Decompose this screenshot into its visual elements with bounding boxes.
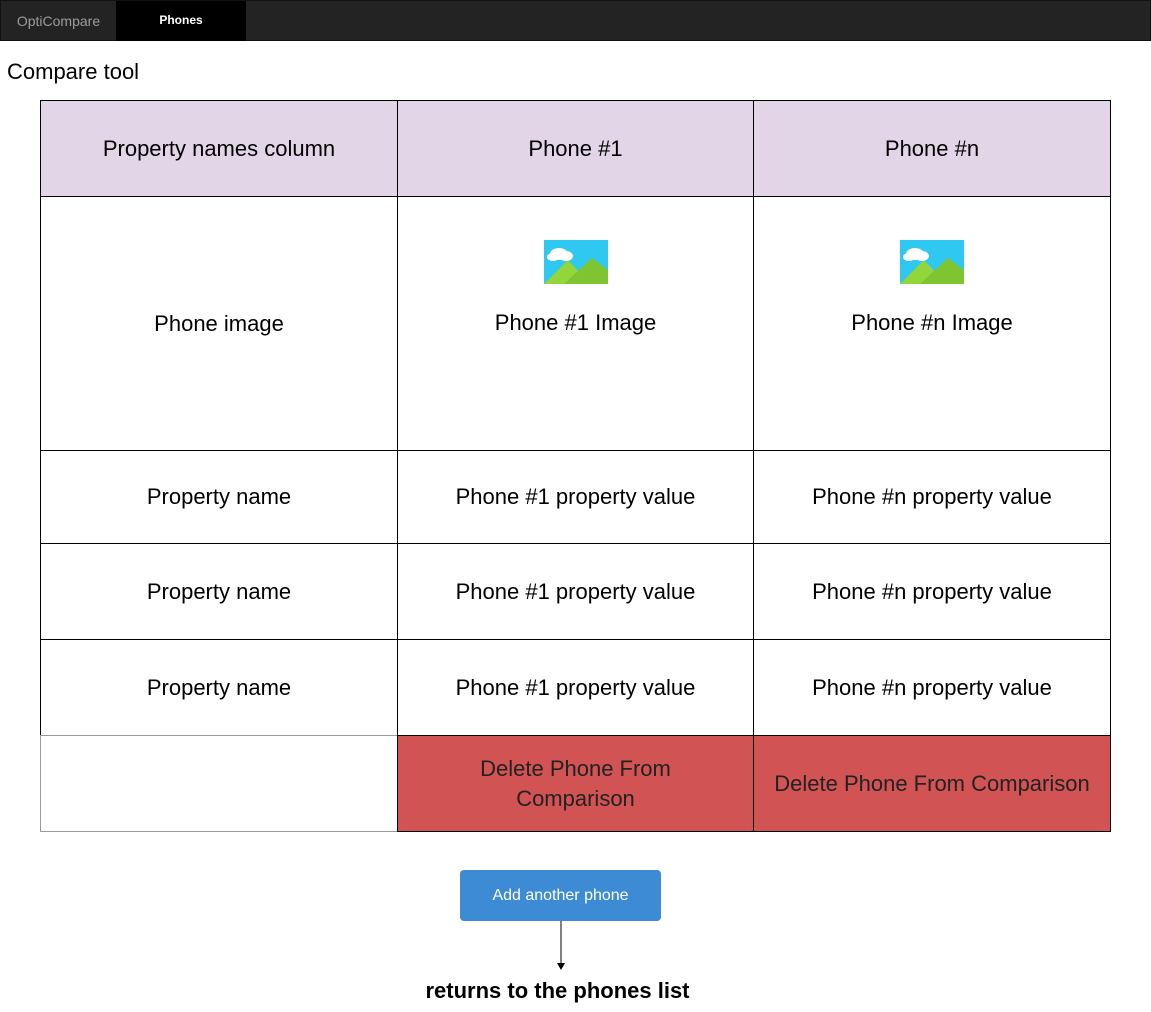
header-phone-1: Phone #1 [397,100,754,197]
phone-n-property-value: Phone #n property value [753,450,1111,544]
header-property-names: Property names column [40,100,398,197]
image-row-label: Phone image [40,196,398,451]
delete-phone-n-button[interactable]: Delete Phone From Comparison [753,735,1111,832]
page-title: Compare tool [7,59,140,84]
arrow-down-icon [557,921,565,970]
header-phone-n: Phone #n [753,100,1111,197]
comparison-table: Property names column Phone #1 Phone #n … [40,100,1111,832]
image-placeholder-icon [543,240,608,284]
brand-link[interactable]: OptiCompare [1,1,116,41]
phone-n-property-value: Phone #n property value [753,639,1111,736]
top-navbar: OptiCompare Phones [0,0,1151,41]
phone-1-image-caption: Phone #1 Image [494,310,657,335]
phone-1-property-value: Phone #1 property value [397,639,754,736]
empty-action-cell [40,735,398,832]
phone-n-property-value: Phone #n property value [753,543,1111,640]
delete-phone-1-button[interactable]: Delete Phone From Comparison [397,735,754,832]
image-placeholder-icon [900,240,964,284]
navigation-note: returns to the phones list [425,978,690,1003]
phone-n-image-caption: Phone #n Image [851,310,1013,335]
phone-1-property-value: Phone #1 property value [397,450,754,544]
phone-1-property-value: Phone #1 property value [397,543,754,640]
phone-1-image-cell: Phone #1 Image [397,196,754,451]
property-name: Property name [40,543,398,640]
tab-phones[interactable]: Phones [116,1,246,41]
phone-n-image-cell: Phone #n Image [753,196,1111,451]
property-name: Property name [40,639,398,736]
add-another-phone-button[interactable]: Add another phone [460,870,661,921]
property-name: Property name [40,450,398,544]
